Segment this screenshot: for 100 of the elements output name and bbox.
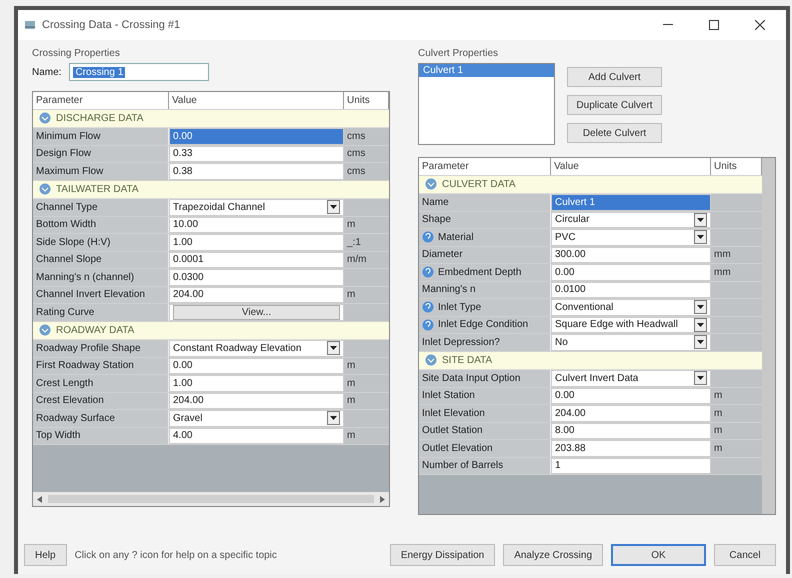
- value-field[interactable]: 0.0100: [551, 282, 711, 298]
- value-field[interactable]: 0.33: [169, 146, 344, 162]
- expand-icon[interactable]: [39, 183, 51, 196]
- unit-cell: m: [344, 358, 389, 374]
- parameter-label: Manning's n (channel): [36, 272, 134, 283]
- value-dropdown[interactable]: Gravel: [169, 410, 344, 426]
- horizontal-scrollbar[interactable]: [33, 492, 389, 506]
- value-dropdown[interactable]: Circular: [551, 212, 711, 228]
- scroll-right-icon[interactable]: [380, 496, 385, 502]
- unit-cell: [711, 334, 762, 350]
- unit-cell: [344, 269, 389, 286]
- value-field[interactable]: 1: [551, 458, 711, 474]
- dialog-button[interactable]: Analyze Crossing: [503, 544, 603, 566]
- column-header: Units: [711, 158, 762, 174]
- help-icon[interactable]: [422, 301, 434, 314]
- section-header[interactable]: ROADWAY DATA: [33, 322, 389, 340]
- expand-icon[interactable]: [425, 178, 437, 190]
- value-field[interactable]: 0.38: [169, 163, 344, 180]
- culvert-list-item[interactable]: Culvert 1: [419, 64, 554, 77]
- help-icon[interactable]: [422, 231, 434, 244]
- value-dropdown[interactable]: Culvert Invert Data: [551, 370, 711, 386]
- value-dropdown[interactable]: Trapezoidal Channel: [169, 199, 344, 216]
- value-field[interactable]: 0.00: [551, 264, 711, 280]
- value-field[interactable]: 0.00: [169, 128, 344, 144]
- value-field[interactable]: 204.00: [169, 392, 344, 409]
- value-field[interactable]: 204.00: [551, 405, 711, 422]
- help-hint: Click on any ? icon for help on a specific topic: [74, 550, 278, 560]
- culvert-button[interactable]: Add Culvert: [567, 67, 662, 87]
- value-field[interactable]: 8.00: [551, 422, 711, 439]
- unit-cell: cms: [344, 146, 389, 162]
- scroll-left-icon[interactable]: [37, 496, 42, 502]
- expand-icon[interactable]: [39, 112, 51, 124]
- unit-cell: m: [711, 405, 762, 422]
- section-header[interactable]: SITE DATA: [419, 352, 762, 370]
- vertical-scrollbar[interactable]: [762, 158, 775, 514]
- unit-cell: [711, 282, 762, 298]
- unit-cell: m: [711, 388, 762, 404]
- dialog-button[interactable]: Cancel: [714, 544, 776, 566]
- window-title: Crossing Data - Crossing #1: [42, 19, 182, 31]
- value-field[interactable]: 4.00: [169, 428, 344, 444]
- caret-icon: [697, 218, 704, 222]
- value-field[interactable]: Culvert 1: [551, 194, 711, 210]
- dialog-button[interactable]: Energy Dissipation: [390, 544, 496, 566]
- expand-icon[interactable]: [425, 354, 437, 366]
- value-field[interactable]: 0.0300: [169, 269, 344, 286]
- parameter-label: Inlet Type: [438, 302, 482, 313]
- value-field[interactable]: 300.00: [551, 246, 711, 263]
- name-field[interactable]: Crossing 1: [69, 63, 210, 81]
- expand-icon[interactable]: [39, 324, 51, 336]
- parameter-label: Rating Curve: [36, 306, 94, 318]
- unit-cell: mm: [711, 246, 762, 263]
- minimize-icon[interactable]: [663, 24, 673, 26]
- maximize-icon[interactable]: [709, 20, 719, 30]
- value-dropdown[interactable]: Constant Roadway Elevation: [169, 340, 344, 356]
- unit-cell: [344, 199, 389, 216]
- parameter-label: Material: [438, 232, 474, 243]
- value-field[interactable]: 0.0001: [169, 252, 344, 268]
- section-header[interactable]: TAILWATER DATA: [33, 180, 389, 199]
- help-icon[interactable]: [422, 318, 434, 331]
- section-header[interactable]: DISCHARGE DATA: [33, 110, 389, 128]
- parameter-label: Channel Type: [36, 202, 98, 213]
- parameter-label: Minimum Flow: [36, 130, 100, 142]
- value-field[interactable]: 0.00: [169, 358, 344, 374]
- parameter-label: Channel Slope: [36, 254, 102, 266]
- value-dropdown[interactable]: Conventional: [551, 299, 711, 316]
- column-header: Value: [551, 158, 711, 174]
- parameter-label: Site Data Input Option: [422, 372, 520, 384]
- column-header: Units: [344, 92, 389, 108]
- value-field[interactable]: 203.88: [551, 440, 711, 456]
- dialog-button[interactable]: OK: [611, 544, 706, 566]
- unit-cell: m: [711, 422, 762, 439]
- app-icon: [24, 19, 36, 31]
- value-dropdown[interactable]: Square Edge with Headwall: [551, 316, 711, 333]
- view-button[interactable]: View...: [173, 304, 340, 320]
- unit-cell: m: [344, 216, 389, 233]
- value-field[interactable]: 1.00: [169, 375, 344, 392]
- unit-cell: m: [711, 440, 762, 456]
- value-field[interactable]: 0.00: [551, 388, 711, 404]
- culvert-button[interactable]: Duplicate Culvert: [567, 95, 662, 115]
- parameter-label: Side Slope (H:V): [36, 236, 110, 248]
- value-field[interactable]: 10.00: [169, 216, 344, 233]
- value-dropdown[interactable]: No: [551, 334, 711, 350]
- culvert-button[interactable]: Delete Culvert: [567, 123, 662, 143]
- value-field[interactable]: 204.00: [169, 286, 344, 303]
- unit-cell: m/m: [344, 252, 389, 268]
- unit-cell: [344, 304, 389, 320]
- value-field[interactable]: 1.00: [169, 234, 344, 250]
- unit-cell: m: [344, 375, 389, 392]
- unit-cell: mm: [711, 264, 762, 280]
- close-icon[interactable]: [755, 20, 765, 30]
- column-header: Value: [169, 92, 344, 108]
- section-title: Culvert Properties: [418, 48, 500, 59]
- help-button[interactable]: Help: [24, 544, 67, 566]
- help-icon[interactable]: [422, 266, 434, 278]
- section-header[interactable]: CULVERT DATA: [419, 176, 762, 194]
- parameter-label: Diameter: [422, 249, 463, 260]
- unit-cell: [344, 340, 389, 356]
- parameter-label: Bottom Width: [36, 219, 96, 230]
- value-dropdown[interactable]: PVC: [551, 229, 711, 246]
- parameter-label: Outlet Elevation: [422, 442, 493, 454]
